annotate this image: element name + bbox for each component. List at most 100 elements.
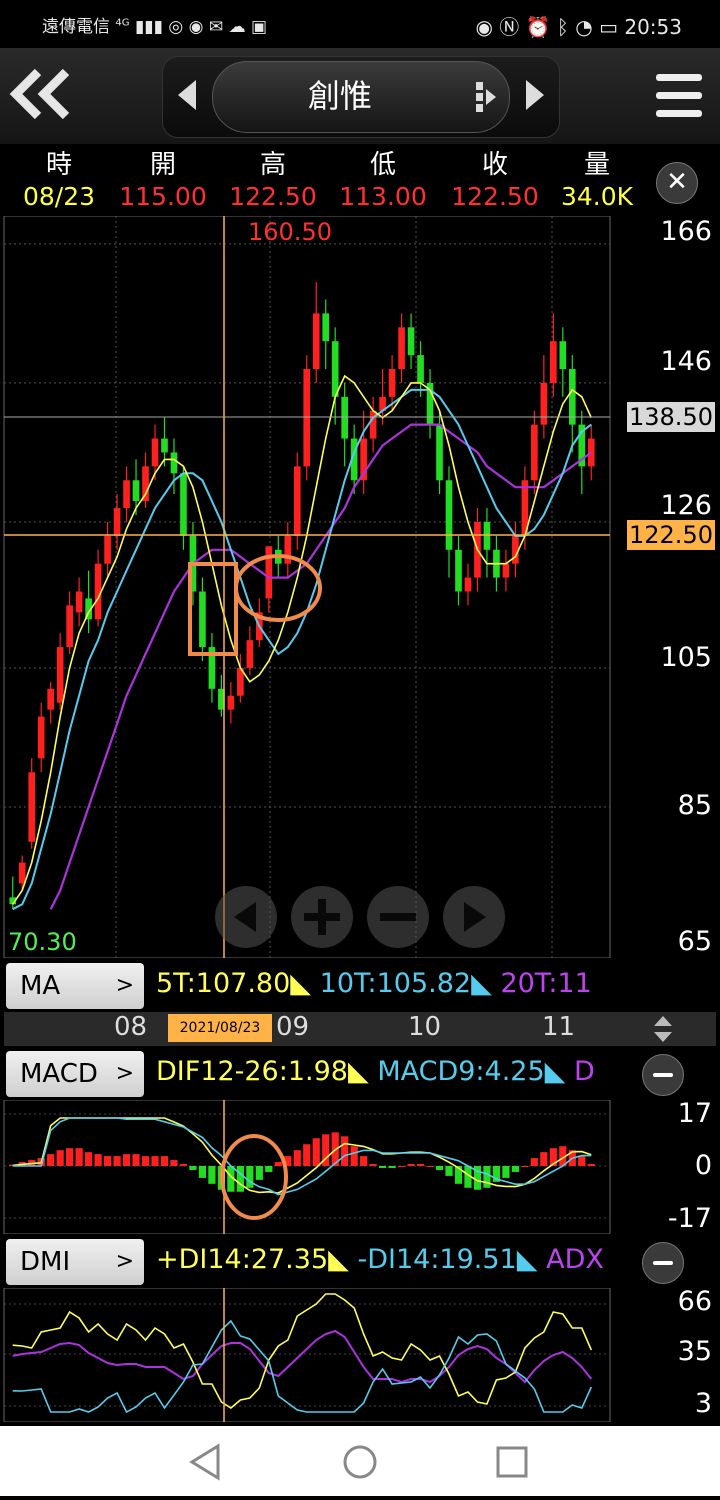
date-axis[interactable] [4, 1012, 716, 1046]
macd-histogram-bar [160, 1156, 169, 1166]
dmi-remove-icon[interactable] [642, 1242, 684, 1284]
bluetooth-icon: ᛒ [556, 15, 569, 39]
macd-histogram-bar [265, 1166, 273, 1172]
nav-recents-icon [496, 1446, 528, 1478]
back-double-chevron-icon[interactable] [8, 66, 78, 126]
candle-body [37, 716, 45, 759]
y-label-85: 85 [677, 790, 712, 821]
chrome-icon: ◉ [188, 17, 204, 37]
price-chart[interactable] [0, 216, 720, 958]
candle-body [284, 535, 292, 564]
alarm-icon: ⏰ [525, 15, 551, 39]
candle-body [483, 521, 491, 550]
macd-histogram-bar [445, 1166, 453, 1176]
macd-histogram-bar [132, 1154, 140, 1166]
candle-body [246, 640, 254, 668]
macd-histogram-bar [540, 1152, 548, 1166]
macd-histogram-bar [208, 1166, 216, 1184]
macd-histogram-bar [141, 1156, 150, 1166]
macd-histogram-bar [75, 1148, 83, 1166]
candle-body [407, 327, 415, 356]
macd-histogram-bar [303, 1144, 311, 1166]
candle-body [455, 549, 462, 592]
candle-body [18, 862, 26, 884]
drag-handle-icon[interactable] [474, 80, 500, 114]
candle-body [142, 466, 149, 502]
candle-body [445, 480, 453, 550]
macd-histogram-bar [255, 1166, 263, 1180]
info-col-close: 收 122.50 [451, 150, 539, 211]
chevron-right-icon: > [115, 973, 134, 998]
macd-histogram-bar [435, 1166, 444, 1170]
macd-y-17: 17 [677, 1098, 712, 1129]
info-col-high: 高 122.50 [229, 150, 317, 211]
date-label-11: 11 [542, 1012, 576, 1042]
macd-histogram-bar [360, 1156, 368, 1166]
dmi-y-66: 66 [677, 1286, 712, 1317]
macd-button[interactable]: MACD > [6, 1051, 144, 1097]
macd-histogram-bar [103, 1156, 112, 1166]
candle-body [132, 480, 140, 502]
candle-body [75, 591, 83, 613]
candle-body [341, 396, 348, 439]
candle-body [331, 341, 339, 397]
next-stock-icon[interactable] [514, 70, 554, 120]
macd-histogram-bar [407, 1164, 415, 1166]
macd-histogram-bar [122, 1154, 131, 1166]
macd-histogram-bar [587, 1164, 595, 1166]
close-icon[interactable]: ✕ [656, 162, 698, 204]
macd-histogram-bar [426, 1166, 434, 1167]
cursor-date-tag: 2021/08/23 [168, 1014, 272, 1042]
stock-title[interactable]: 創惟 [212, 61, 468, 131]
low-price-label: 70.30 [8, 928, 77, 956]
macd-histogram-bar [350, 1146, 358, 1166]
date-label-08: 08 [114, 1012, 148, 1042]
macd-values: DIF12-26:1.98◣ MACD9:4.25◣ D [156, 1056, 595, 1087]
macd-histogram-bar [397, 1166, 406, 1167]
candle-body [227, 695, 235, 710]
expand-collapse-icon[interactable] [652, 1014, 674, 1044]
candle-body [502, 563, 510, 578]
macd-histogram-bar [312, 1138, 320, 1166]
menu-icon[interactable] [656, 74, 702, 118]
macd-histogram-bar [521, 1166, 529, 1167]
y-label-166: 166 [660, 216, 712, 247]
candle-body [28, 772, 36, 842]
macd-histogram-bar [85, 1152, 93, 1166]
candle-body [113, 508, 121, 536]
macd-histogram-bar [274, 1162, 282, 1166]
app-notification-icon: ▣ [250, 17, 268, 37]
macd-histogram-bar [94, 1154, 102, 1166]
macd-histogram-bar [502, 1166, 510, 1178]
macd-histogram-bar [388, 1166, 396, 1168]
candle-body [161, 438, 168, 453]
nav-home-icon [343, 1445, 377, 1479]
date-label-09: 09 [276, 1012, 310, 1042]
candle-body [180, 473, 187, 536]
macd-histogram-bar [511, 1166, 519, 1172]
prev-stock-icon[interactable] [168, 70, 208, 120]
macd-histogram-bar [246, 1166, 254, 1188]
ma-button[interactable]: MA > [6, 963, 144, 1009]
candle-body [293, 466, 301, 536]
status-bar: 遠傳電信 4G ▮▮▮ ◎ ◉ ✉ ☁ ▣ ◉ Ⓝ ⏰ ᛒ ◔ ▭ 20:53 [0, 0, 720, 48]
macd-histogram-bar [47, 1154, 55, 1166]
hotspot-icon: ◎ [168, 17, 184, 37]
macd-histogram-bar [66, 1148, 74, 1166]
dmi-button[interactable]: DMI > [6, 1239, 144, 1285]
candle-body [398, 327, 405, 370]
dmi-chart[interactable] [0, 1288, 720, 1422]
candle-body [199, 591, 206, 648]
macd-histogram-bar [379, 1166, 387, 1168]
signal-icon: ▮▮▮ [134, 17, 164, 37]
candle-body [568, 369, 576, 425]
candle-body [104, 535, 111, 564]
date-label-10: 10 [408, 1012, 442, 1042]
candle-body [170, 452, 178, 474]
ma-values: 5T:107.80◣ 10T:105.82◣ 20T:11 [156, 968, 592, 999]
macd-histogram-bar [179, 1164, 188, 1166]
candle-body [151, 438, 159, 467]
candle-body [56, 647, 64, 703]
macd-chart[interactable] [0, 1100, 720, 1234]
macd-remove-icon[interactable] [642, 1054, 684, 1096]
